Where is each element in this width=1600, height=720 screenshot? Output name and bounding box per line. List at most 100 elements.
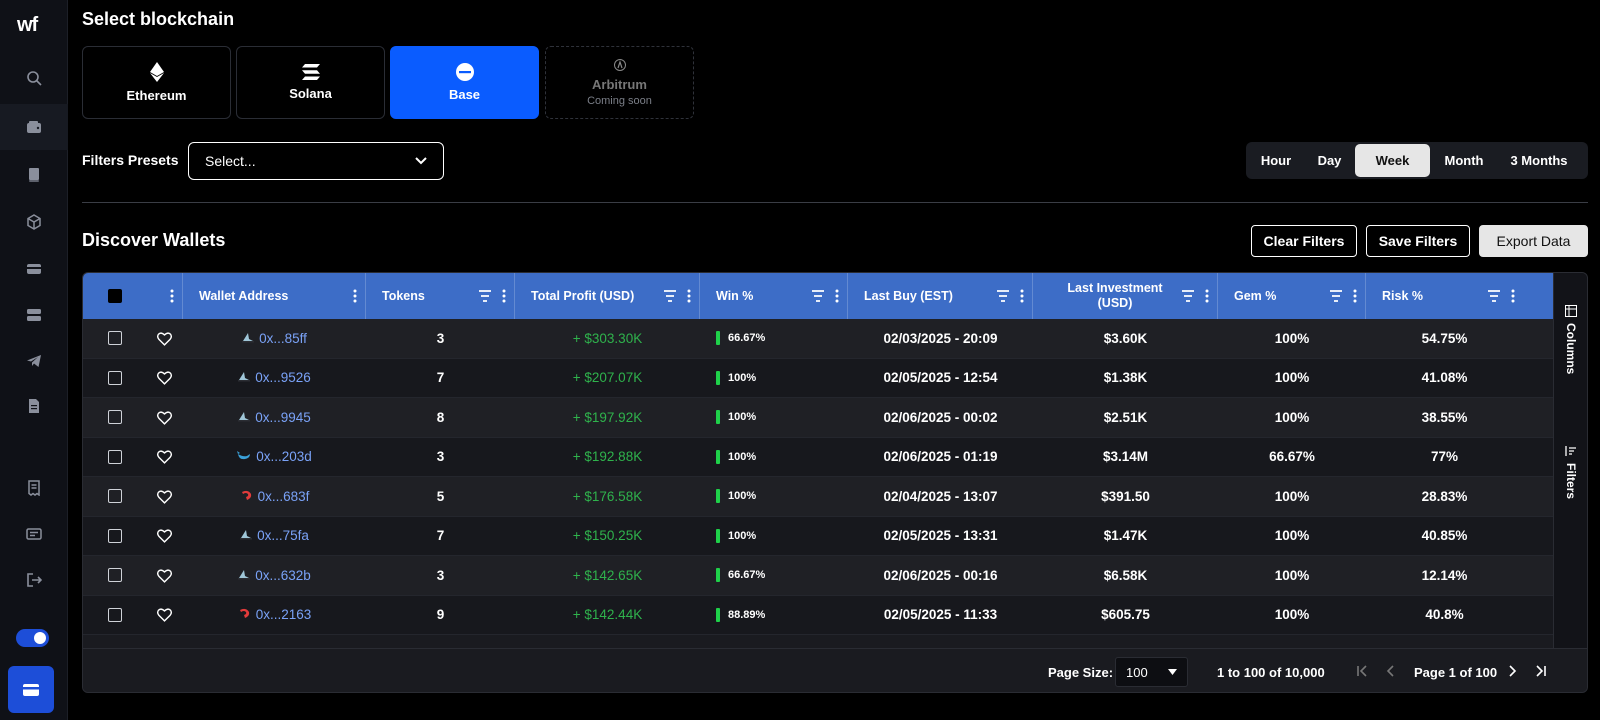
row-checkbox[interactable] [107,331,122,346]
export-data-button[interactable]: Export Data [1479,225,1588,257]
gem-pct-cell: 100% [1274,330,1310,346]
select-all-checkbox[interactable] [107,289,122,303]
row-checkbox[interactable] [107,607,122,622]
chain-card-ethereum[interactable]: Ethereum [82,46,231,119]
table-row[interactable]: 0x...75fa 7 + $150.25K 100% 02/05/2025 -… [83,516,1553,556]
header-label: Tokens [382,289,425,303]
column-menu-icon[interactable] [502,289,506,303]
filter-icon[interactable] [1487,289,1501,303]
column-menu-icon[interactable] [1020,289,1024,303]
table-row[interactable]: 0x...85ff 3 + $303.30K 66.67% 02/03/2025… [83,319,1553,359]
columns-tab[interactable]: Columns [1554,305,1587,374]
column-menu-icon[interactable] [353,289,357,303]
search-icon[interactable] [0,55,68,101]
column-menu-icon[interactable] [1511,289,1515,303]
wallet-address-link[interactable]: 0x...9526 [238,370,311,385]
header-wallet-address[interactable]: Wallet Address [183,273,366,319]
row-checkbox[interactable] [107,410,122,425]
id-card-icon[interactable] [0,511,68,557]
header-tokens[interactable]: Tokens [366,273,515,319]
filter-icon[interactable] [996,289,1010,303]
filter-icon[interactable] [1329,289,1343,303]
header-last-investment[interactable]: Last Investment (USD) [1033,273,1218,319]
timeframe-month[interactable]: Month [1430,144,1498,177]
column-menu-icon[interactable] [1205,289,1209,303]
tokens-cell: 3 [436,449,445,465]
timeframe-hour[interactable]: Hour [1248,144,1304,177]
column-menu-icon[interactable] [1353,289,1357,303]
select-blockchain-title: Select blockchain [82,9,235,29]
prev-page-icon[interactable] [1383,663,1399,679]
wallet-address-link[interactable]: 0x...683f [240,489,309,504]
filters-preset-select[interactable]: Select... [188,142,444,180]
timeframe-3-months[interactable]: 3 Months [1498,144,1580,177]
filters-tab[interactable]: Filters [1554,445,1587,499]
wallet-address: 0x...75fa [257,528,309,544]
table-row[interactable]: 0x...9945 8 + $197.92K 100% 02/06/2025 -… [83,398,1553,438]
row-checkbox[interactable] [107,528,122,543]
wallet-address-link[interactable]: 0x...75fa [240,528,309,543]
receipt-icon[interactable] [0,465,68,511]
server-icon[interactable] [0,292,68,338]
document-icon[interactable] [0,383,68,429]
heart-icon[interactable] [156,448,173,465]
heart-icon[interactable] [156,527,173,544]
filter-icon[interactable] [1181,289,1195,303]
page-size-select[interactable]: 100 [1115,657,1188,687]
column-menu-icon[interactable] [835,289,839,303]
wallet-address-link[interactable]: 0x...203d [237,449,312,464]
timeframe-day[interactable]: Day [1304,144,1355,177]
header-risk-pct[interactable]: Risk % [1366,273,1523,319]
theme-toggle[interactable] [16,629,49,647]
filter-icon[interactable] [478,289,492,303]
first-page-icon[interactable] [1354,663,1370,679]
clear-filters-button[interactable]: Clear Filters [1251,225,1357,257]
column-menu-icon[interactable] [687,289,691,303]
heart-icon[interactable] [156,330,173,347]
logout-icon[interactable] [0,557,68,603]
save-filters-button[interactable]: Save Filters [1366,225,1470,257]
book-icon[interactable] [0,152,68,198]
wallet-address-link[interactable]: 0x...9945 [238,410,311,425]
wallet-icon[interactable] [0,104,68,150]
table-row[interactable]: 0x...203d 3 + $192.88K 100% 02/06/2025 -… [83,437,1553,477]
chain-card-base[interactable]: Base [390,46,539,119]
row-checkbox[interactable] [107,370,122,385]
wallet-button[interactable] [8,666,54,713]
profit-cell: + $197.92K [572,409,643,425]
filter-icon[interactable] [663,289,677,303]
gem-pct-cell: 100% [1274,488,1310,504]
heart-icon[interactable] [156,567,173,584]
wallet-address-link[interactable]: 0x...632b [238,568,311,583]
header-win-pct[interactable]: Win % [700,273,848,319]
next-page-icon[interactable] [1504,663,1520,679]
table-row[interactable]: 0x...2163 9 + $142.44K 88.89% 02/05/2025… [83,595,1553,635]
gem-pct-cell: 100% [1274,607,1310,623]
column-menu-icon[interactable] [170,289,174,303]
timeframe-week[interactable]: Week [1355,144,1430,177]
row-checkbox[interactable] [107,568,122,583]
filter-icon[interactable] [811,289,825,303]
risk-pct-cell: 41.08% [1421,370,1468,386]
table-row[interactable]: 0x...9526 7 + $207.07K 100% 02/05/2025 -… [83,358,1553,398]
wallet-address-link[interactable]: 0x...2163 [238,607,311,622]
heart-icon[interactable] [156,369,173,386]
heart-icon[interactable] [156,488,173,505]
last-page-icon[interactable] [1533,663,1549,679]
row-checkbox[interactable] [107,489,122,504]
telegram-icon[interactable] [0,338,68,384]
chain-card-solana[interactable]: Solana [236,46,385,119]
table-row[interactable]: 0x...683f 5 + $176.58K 100% 02/04/2025 -… [83,477,1553,517]
heart-icon[interactable] [156,409,173,426]
row-checkbox[interactable] [107,449,122,464]
header-total-profit[interactable]: Total Profit (USD) [515,273,700,319]
wallet-address-link[interactable]: 0x...85ff [242,331,307,346]
table-row[interactable]: 0x...632b 3 + $142.65K 66.67% 02/06/2025… [83,556,1553,596]
cube-icon[interactable] [0,199,68,245]
pagination-bar: Page Size: 100 1 to 100 of 10,000 Page 1… [83,648,1587,692]
card-icon[interactable] [0,246,68,292]
header-last-buy[interactable]: Last Buy (EST) [848,273,1033,319]
header-gem-pct[interactable]: Gem % [1218,273,1366,319]
header-label: Wallet Address [199,289,289,303]
heart-icon[interactable] [156,606,173,623]
